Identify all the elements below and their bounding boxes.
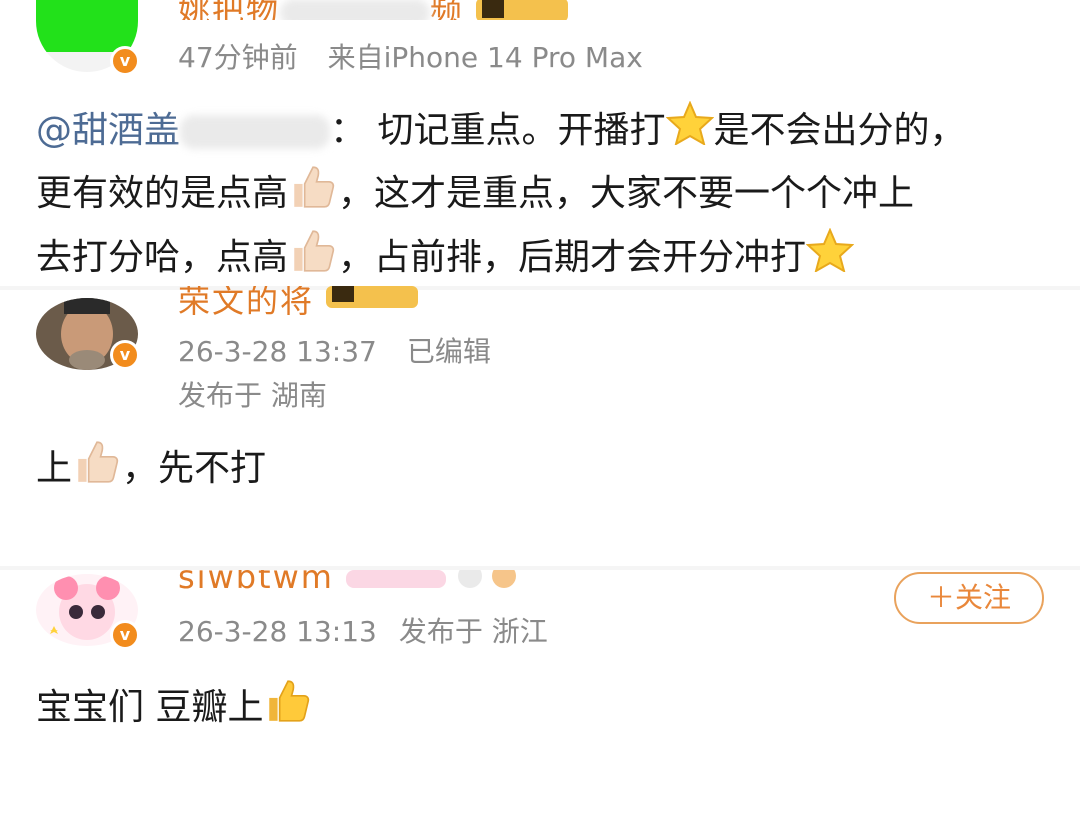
comment-2: v 荣文的将 26-3-28 13:37 已编辑 发布于 湖南 上，先不打 xyxy=(0,286,1080,620)
edited-label: 已编辑 xyxy=(406,335,491,368)
comment-text: 上，先不打 xyxy=(36,438,1046,502)
post-location: 发布于 湖南 xyxy=(178,379,327,412)
post-time: 26-3-28 13:13 xyxy=(178,615,377,648)
post-meta: 47分钟前 来自iPhone 14 Pro Max xyxy=(178,36,673,76)
badge-icons xyxy=(346,570,517,588)
thumbs-up-emoji-icon xyxy=(288,227,338,291)
thumbs-up-emoji-icon xyxy=(288,163,338,227)
post-source: 来自iPhone 14 Pro Max xyxy=(327,41,643,74)
post-meta: 26-3-28 13:13 发布于 浙江 xyxy=(178,610,578,650)
comment-text: 宝宝们 豆瓣上 xyxy=(36,676,1046,742)
post-time: 47分钟前 xyxy=(178,41,298,74)
level-badge-icon xyxy=(476,0,569,20)
comment-1: v 姚把物频 47分钟前 来自iPhone 14 Pro Max @甜酒盖： 切记… xyxy=(0,0,1080,290)
mention-link[interactable]: @甜酒盖 xyxy=(36,110,331,151)
star-emoji-icon xyxy=(665,100,714,163)
username[interactable]: siwbtwm xyxy=(178,570,526,594)
comment-text: @甜酒盖： 切记重点。开播打 是不会出分的， 更有效的是点高 ，这才是重点，大家不要… xyxy=(36,100,1046,291)
username[interactable]: 姚把物频 xyxy=(178,0,569,20)
post-time: 26-3-28 13:37 xyxy=(178,335,377,368)
verified-badge-icon: v xyxy=(110,46,140,76)
star-emoji-icon xyxy=(805,227,855,290)
verified-badge-icon: v xyxy=(110,340,140,370)
username[interactable]: 荣文的将 xyxy=(178,286,419,316)
post-location: 发布于 浙江 xyxy=(398,615,548,648)
post-meta: 26-3-28 13:37 已编辑 xyxy=(178,330,521,370)
thumbs-up-emoji-icon xyxy=(72,438,122,502)
level-badge-icon xyxy=(326,286,419,308)
verified-badge-icon: v xyxy=(110,620,140,650)
thumbs-up-emoji-icon xyxy=(263,676,313,742)
follow-button[interactable]: ＋关注 xyxy=(894,572,1044,624)
